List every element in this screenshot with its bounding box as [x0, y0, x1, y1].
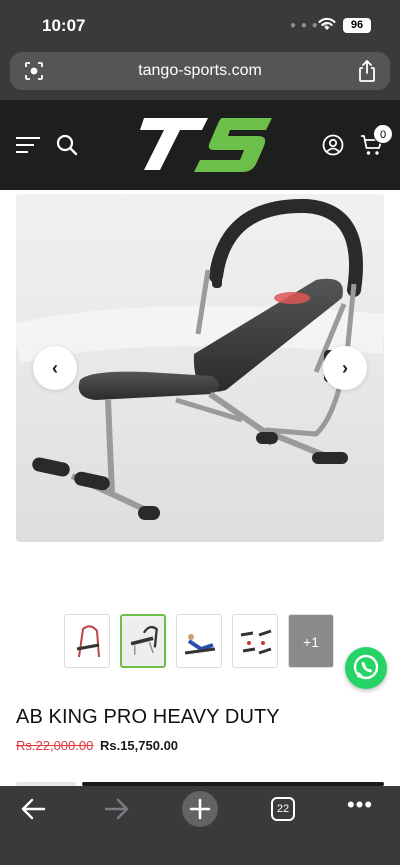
thumbnail-more-label: +1	[303, 634, 319, 650]
tabs-button[interactable]: 22	[271, 797, 295, 821]
url-text: tango-sports.com	[138, 62, 262, 79]
chevron-right-icon: ›	[342, 358, 348, 378]
more-icon[interactable]: •••	[346, 794, 374, 821]
whatsapp-button[interactable]	[345, 647, 387, 689]
account-icon[interactable]	[322, 134, 344, 156]
whatsapp-icon	[353, 654, 379, 680]
thumbnail-image	[184, 634, 216, 655]
back-icon[interactable]	[20, 796, 46, 822]
tango-sports-logo[interactable]	[136, 114, 276, 176]
url-bar[interactable]: tango-sports.com	[10, 52, 390, 90]
thumbnail-3[interactable]	[176, 614, 222, 668]
thumbnail-image	[76, 625, 100, 658]
product-title: AB KING PRO HEAVY DUTY	[16, 706, 280, 728]
chevron-left-icon: ‹	[52, 358, 58, 378]
carousel-prev-button[interactable]: ‹	[33, 346, 77, 390]
thumbnail-1[interactable]	[64, 614, 110, 668]
thumbnail-strip: +1	[64, 614, 336, 668]
original-price: Rs.22,000.00	[16, 738, 94, 753]
sale-price: Rs.15,750.00	[99, 738, 179, 753]
tab-count: 22	[276, 803, 290, 815]
status-time: 10:07	[42, 16, 86, 35]
site-header: 0	[0, 100, 400, 190]
wifi-icon	[318, 17, 336, 30]
thumbnail-image	[122, 616, 164, 666]
forward-icon[interactable]	[104, 796, 130, 822]
thumbnail-image	[240, 629, 272, 655]
new-tab-button[interactable]	[182, 791, 218, 827]
price-row: Rs.22,000.00 Rs.15,750.00	[16, 738, 178, 753]
share-icon[interactable]	[358, 60, 376, 82]
battery-indicator: 96	[343, 18, 371, 33]
search-icon[interactable]	[56, 134, 78, 156]
browser-address-area: tango-sports.com	[0, 48, 400, 100]
thumbnail-more[interactable]: +1	[288, 614, 334, 668]
thumbnail-2[interactable]	[120, 614, 166, 668]
thumbnail-4[interactable]	[232, 614, 278, 668]
status-bar: 10:07 ● ● ● ● 96	[0, 0, 400, 48]
cart-count-badge: 0	[373, 124, 393, 144]
plus-icon	[189, 798, 211, 820]
carousel-next-button[interactable]: ›	[323, 346, 367, 390]
browser-toolbar: 22 •••	[0, 786, 400, 865]
menu-icon[interactable]	[16, 136, 40, 154]
